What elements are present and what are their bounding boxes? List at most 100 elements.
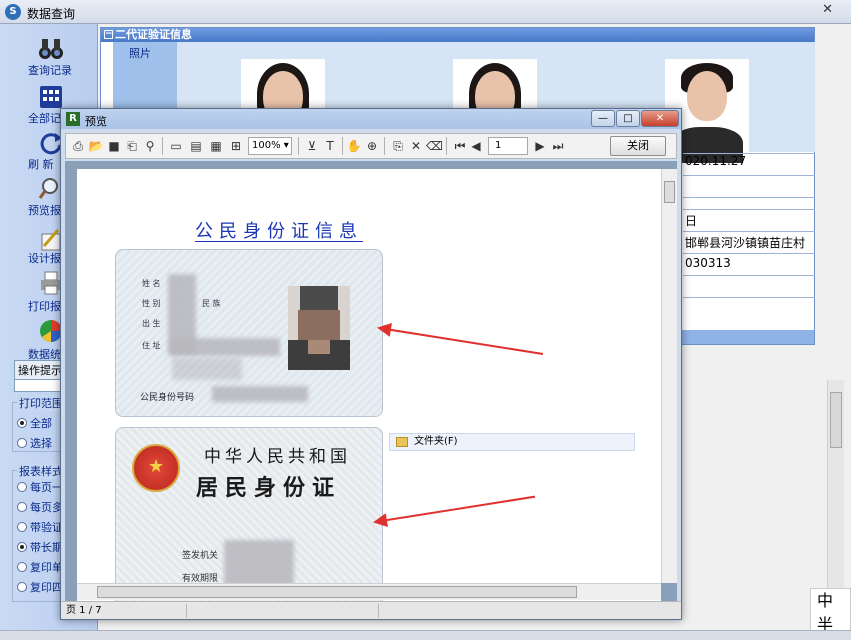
prev-page-icon[interactable]: ◀ [468,138,484,154]
style-option-radio[interactable]: 每页一 [17,479,63,495]
print-icon[interactable]: ⎙ [70,138,86,154]
window-title: 数据查询 [27,7,76,21]
info-cell: 日 [683,209,815,231]
margins-icon[interactable]: ⊻ [304,138,320,154]
report-style-title: 报表样式 [17,463,65,479]
page-count-status: 页 1 / 7 [63,604,187,618]
maximize-button[interactable]: □ [616,110,640,127]
main-titlebar: S 数据查询 ✕ [0,0,851,24]
app-icon: S [5,4,21,20]
print-range-select-radio[interactable]: 选择 [17,435,52,451]
card-field-label: 姓 名 [142,279,161,288]
hand-icon[interactable]: ✋ [346,138,362,154]
tool-label: 设计报 [28,252,61,265]
red-arrow-annotation [374,495,536,523]
preview-dialog: R 预览 — □ ✕ ⎙ 📂 ■ ⎗ ⚲ ▭ ▤ ▦ ⊞ 100% ▾ ⊻ T … [60,108,682,620]
window-close-icon[interactable]: ✕ [822,2,833,17]
radio-icon [17,562,27,572]
open-folder-icon[interactable]: 📂 [88,138,104,154]
last-page-icon[interactable]: ⏭ [550,138,566,154]
folder-menu-item[interactable]: 文件夹(F) [389,433,635,451]
card-back-heading: 中华人民共和国 [204,447,351,467]
print-range-all-radio[interactable]: 全部 [17,415,52,431]
info-cell: 020.11.27 [683,153,815,175]
card-field-label: 性 别 [142,299,161,308]
page-number-input[interactable]: 1 [488,137,528,155]
text-icon[interactable]: T [322,138,338,154]
four-page-icon[interactable]: ⊞ [228,138,244,154]
style-option-radio[interactable]: 复印四 [17,579,63,595]
scrollbar-thumb[interactable] [664,181,675,203]
add-page-icon[interactable]: ⎘ [390,138,406,154]
export-icon[interactable]: ⎗ [124,138,140,154]
preview-status-bar: 页 1 / 7 [61,601,681,619]
radio-icon [17,482,27,492]
preview-title: 预览 [85,115,107,128]
radio-icon [17,522,27,532]
info-grid: 020.11.27 日 邯郸县河沙镇镇苗庄村 030313 [683,153,815,345]
zoom-value: 100% [252,140,281,151]
radio-label: 全部 [30,417,52,430]
style-option-radio[interactable]: 带验证 [17,519,63,535]
info-cell [683,297,815,319]
query-records-button[interactable]: 查询记录 [0,34,98,78]
preview-vertical-scrollbar[interactable] [661,169,677,583]
tool-label: 刷 新 [28,158,54,171]
document-title: 公民身份证信息 [195,221,363,242]
collapse-icon[interactable]: − [104,30,113,39]
style-option-radio[interactable]: 每页多 [17,499,63,515]
save-icon[interactable]: ■ [106,138,122,154]
issuing-authority-label: 签发机关 [182,551,219,561]
report-page: 公民身份证信息 姓 名 性 别 民 族 出 生 住 址 公民身份号码 ★ 中华人… [77,169,661,601]
preview-titlebar: R 预览 — □ ✕ [61,109,681,129]
report-app-icon: R [66,112,80,126]
info-cell [683,275,815,297]
delete-page-icon[interactable]: ✕ [408,138,424,154]
zoom-in-icon[interactable]: ⊕ [364,138,380,154]
id-number-label: 公民身份号码 [140,393,195,403]
radio-label: 复印四 [30,581,63,594]
id-card-back: ★ 中华人民共和国 居民身份证 签发机关 有效期限 [115,427,383,601]
card-field-label: 出 生 [142,319,161,328]
tool-label: 查询记录 [28,64,72,77]
grid-icon [40,86,62,108]
one-page-icon[interactable]: ▭ [168,138,184,154]
scrollbar-thumb[interactable] [97,586,577,598]
status-cell [189,604,379,618]
id-card-front: 姓 名 性 别 民 族 出 生 住 址 公民身份号码 [115,249,383,417]
redacted-region [224,540,294,586]
scrollbar-thumb[interactable] [830,392,842,448]
page-width-icon[interactable]: ▤ [188,138,204,154]
tool-label: 全部记 [28,112,61,125]
close-preview-button[interactable]: 关闭 [610,136,666,156]
preview-horizontal-scrollbar[interactable] [77,583,661,600]
minimize-button[interactable]: — [591,110,615,127]
redacted-region [170,338,280,356]
card-field-label: 民 族 [202,299,221,308]
edit-page-icon[interactable]: ⌫ [426,138,443,154]
first-page-icon[interactable]: ⏮ [452,138,468,154]
preview-canvas: 公民身份证信息 姓 名 性 别 民 族 出 生 住 址 公民身份号码 ★ 中华人… [65,161,677,601]
national-emblem-icon: ★ [132,444,180,492]
find-icon[interactable]: ⚲ [142,138,158,154]
main-status-bar [0,630,851,640]
radio-icon [17,502,27,512]
radio-label: 每页多 [30,501,63,514]
window-close-button[interactable]: ✕ [641,110,679,127]
zoom-select[interactable]: 100% ▾ [248,137,292,155]
multi-page-icon[interactable]: ▦ [208,138,224,154]
radio-label: 每页一 [30,481,63,494]
radio-selected-icon [17,542,27,552]
info-cell: 邯郸县河沙镇镇苗庄村 [683,231,815,253]
next-page-icon[interactable]: ▶ [532,138,548,154]
style-option-radio[interactable]: 带长期 [17,539,63,555]
style-option-radio[interactable]: 复印单 [17,559,63,575]
red-arrow-annotation [378,327,544,355]
tool-label: 预览报 [28,204,61,217]
radio-label: 选择 [30,437,52,450]
folder-icon [396,437,408,447]
print-range-title: 打印范围 [17,395,65,411]
id-card-photo [288,286,350,370]
radio-label: 带验证 [30,521,63,534]
panel-header-text: 二代证验证信息 [115,28,192,41]
